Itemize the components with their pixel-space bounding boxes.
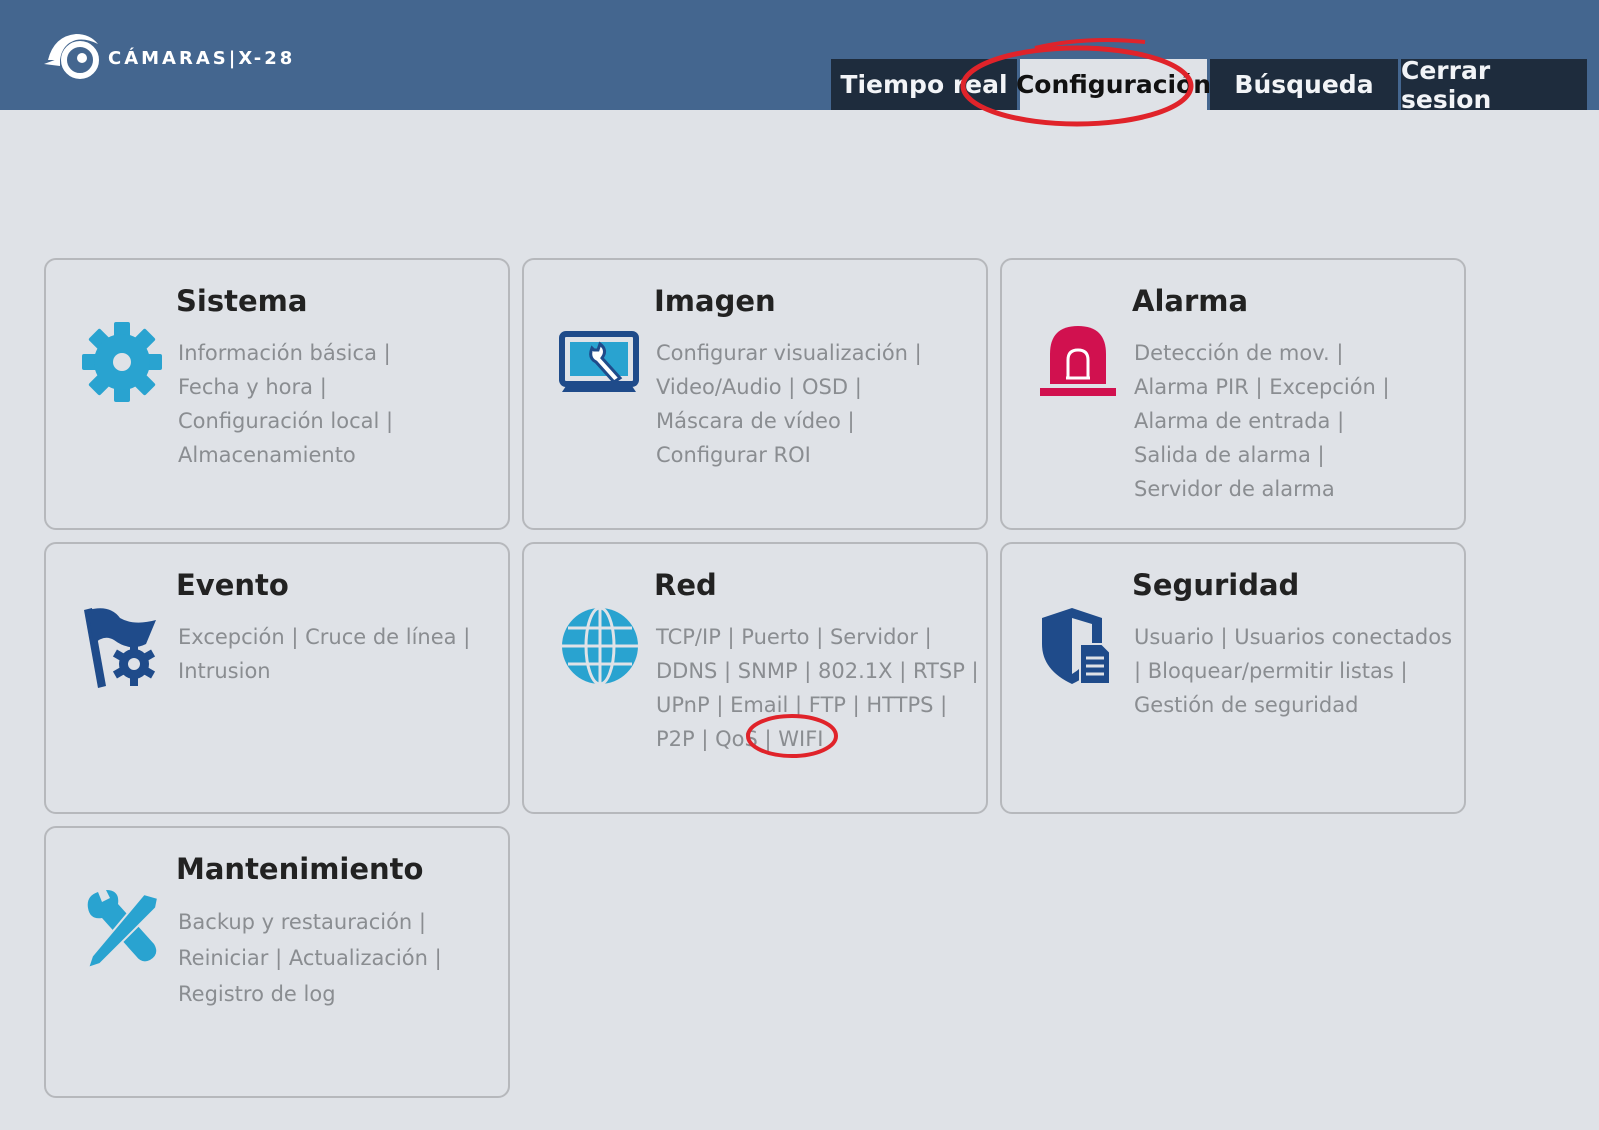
- link-gestion-seguridad[interactable]: Gestión de seguridad: [1134, 688, 1452, 722]
- card-links: Detección de mov. | Alarma PIR | Excepci…: [1134, 336, 1390, 506]
- link-mascara-video[interactable]: Máscara de vídeo |: [656, 404, 922, 438]
- card-title: Evento: [176, 568, 289, 602]
- monitor-wrench-icon: [558, 320, 642, 404]
- card-title: Red: [654, 568, 717, 602]
- card-alarma[interactable]: Alarma Detección de mov. | Alarma PIR | …: [1000, 258, 1466, 530]
- card-title: Sistema: [176, 284, 308, 318]
- card-title: Imagen: [654, 284, 776, 318]
- card-title: Mantenimiento: [176, 852, 424, 886]
- link-excepcion-cruce-linea[interactable]: Excepción | Cruce de línea |: [178, 620, 470, 654]
- card-links: TCP/IP | Puerto | Servidor | DDNS | SNMP…: [656, 620, 979, 756]
- card-red[interactable]: Red TCP/IP | Puerto | Servidor | DDNS | …: [522, 542, 988, 814]
- brand-name: CÁMARAS|X-28: [108, 47, 296, 69]
- link-fecha-hora[interactable]: Fecha y hora |: [178, 370, 393, 404]
- link-usuario-usuarios-conectados[interactable]: Usuario | Usuarios conectados: [1134, 620, 1452, 654]
- link-alarma-entrada[interactable]: Alarma de entrada |: [1134, 404, 1390, 438]
- flag-gear-icon: [80, 604, 164, 688]
- card-links: Backup y restauración | Reiniciar | Actu…: [178, 904, 442, 1012]
- main-nav-tabs: Tiempo real Configuración Búsqueda Cerra…: [828, 56, 1587, 114]
- camera-eye-logo-icon: [44, 34, 99, 79]
- card-title: Alarma: [1132, 284, 1249, 318]
- tab-configuracion[interactable]: Configuración: [1016, 59, 1211, 110]
- card-evento[interactable]: Evento Excepción | Cruce de línea | Intr…: [44, 542, 510, 814]
- link-deteccion-mov[interactable]: Detección de mov. |: [1134, 336, 1390, 370]
- link-configurar-visualizacion[interactable]: Configurar visualización |: [656, 336, 922, 370]
- link-reiniciar-actualizacion[interactable]: Reiniciar | Actualización |: [178, 940, 442, 976]
- link-video-audio-osd[interactable]: Video/Audio | OSD |: [656, 370, 922, 404]
- link-configuracion-local[interactable]: Configuración local |: [178, 404, 393, 438]
- link-salida-alarma[interactable]: Salida de alarma |: [1134, 438, 1390, 472]
- card-seguridad[interactable]: Seguridad Usuario | Usuarios conectados …: [1000, 542, 1466, 814]
- link-tcpip-puerto-servidor[interactable]: TCP/IP | Puerto | Servidor |: [656, 620, 979, 654]
- link-upnp-email-ftp-https[interactable]: UPnP | Email | FTP | HTTPS |: [656, 688, 979, 722]
- card-imagen[interactable]: Imagen Configurar visualización | Video/…: [522, 258, 988, 530]
- link-configurar-roi[interactable]: Configurar ROI: [656, 438, 922, 472]
- link-informacion-basica[interactable]: Información básica |: [178, 336, 393, 370]
- tab-tiempo-real[interactable]: Tiempo real: [831, 59, 1017, 110]
- tools-icon: [80, 888, 164, 972]
- card-links: Información básica | Fecha y hora | Conf…: [178, 336, 393, 472]
- card-links: Configurar visualización | Video/Audio |…: [656, 336, 922, 472]
- tab-busqueda[interactable]: Búsqueda: [1210, 59, 1398, 110]
- link-alarma-pir-excepcion[interactable]: Alarma PIR | Excepción |: [1134, 370, 1390, 404]
- card-sistema[interactable]: Sistema Información básica | Fecha y hor…: [44, 258, 510, 530]
- link-servidor-alarma[interactable]: Servidor de alarma: [1134, 472, 1390, 506]
- link-backup-restauracion[interactable]: Backup y restauración |: [178, 904, 442, 940]
- card-mantenimiento[interactable]: Mantenimiento Backup y restauración | Re…: [44, 826, 510, 1098]
- brand-logo: CÁMARAS|X-28: [40, 28, 295, 88]
- globe-icon: [558, 604, 642, 688]
- link-intrusion[interactable]: Intrusion: [178, 654, 470, 688]
- link-almacenamiento[interactable]: Almacenamiento: [178, 438, 393, 472]
- link-bloquear-permitir-listas[interactable]: | Bloquear/permitir listas |: [1134, 654, 1452, 688]
- card-title: Seguridad: [1132, 568, 1300, 602]
- siren-icon: [1036, 320, 1120, 404]
- gear-icon: [80, 320, 164, 404]
- link-registro-log[interactable]: Registro de log: [178, 976, 442, 1012]
- link-p2p-qos-wifi[interactable]: P2P | QoS | WIFI: [656, 722, 979, 756]
- top-header: CÁMARAS|X-28 Tiempo real Configuración B…: [0, 0, 1599, 114]
- shield-document-icon: [1036, 604, 1120, 688]
- tab-cerrar-sesion[interactable]: Cerrar sesion: [1401, 56, 1587, 114]
- card-links: Usuario | Usuarios conectados | Bloquear…: [1134, 620, 1452, 722]
- link-ddns-snmp-8021x-rtsp[interactable]: DDNS | SNMP | 802.1X | RTSP |: [656, 654, 979, 688]
- card-links: Excepción | Cruce de línea | Intrusion: [178, 620, 470, 688]
